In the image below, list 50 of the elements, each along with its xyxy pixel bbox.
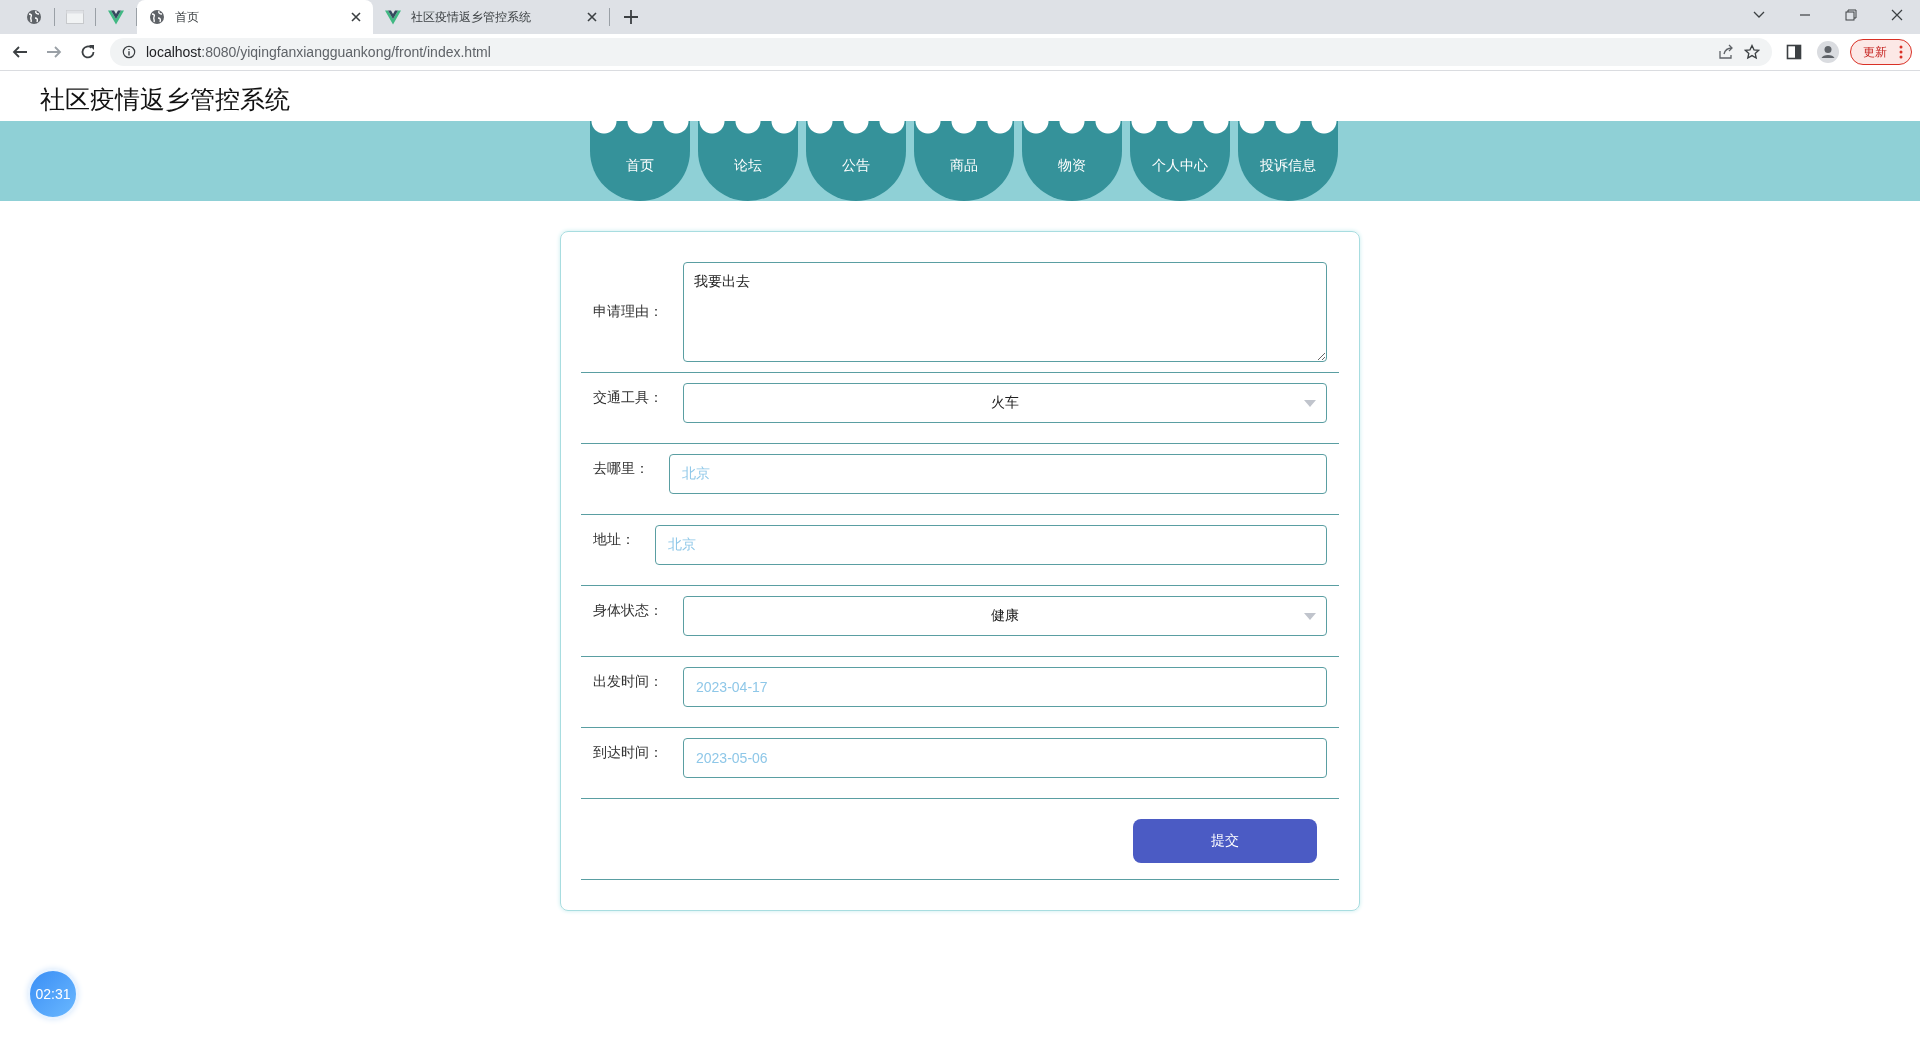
close-icon[interactable] xyxy=(351,12,361,22)
forward-icon[interactable] xyxy=(46,44,62,60)
restore-icon[interactable] xyxy=(1844,8,1858,22)
nav-tab[interactable]: 商品 xyxy=(914,121,1014,201)
more-icon[interactable] xyxy=(1899,45,1903,59)
info-icon[interactable] xyxy=(122,45,136,59)
nav-tab[interactable]: 个人中心 xyxy=(1130,121,1230,201)
close-icon[interactable] xyxy=(1890,8,1904,22)
star-icon[interactable] xyxy=(1744,44,1760,60)
field-label: 到达时间： xyxy=(593,744,663,762)
input-field[interactable]: 2023-05-06 xyxy=(683,738,1327,778)
input-field[interactable]: 2023-04-17 xyxy=(683,667,1327,707)
close-icon[interactable] xyxy=(587,12,597,22)
browser-tab[interactable]: 首页 xyxy=(137,0,373,34)
tab-title: 首页 xyxy=(175,8,200,26)
tab-title: 社区疫情返乡管控系统 xyxy=(411,8,532,26)
reason-textarea[interactable]: 我要出去 xyxy=(683,262,1327,362)
timer-badge: 02:31 xyxy=(28,969,78,1019)
address-bar[interactable]: localhost:8080/yiqingfanxiangguankong/front/index.html xyxy=(110,38,1772,66)
side-panel-icon[interactable] xyxy=(1786,44,1802,60)
field-label: 去哪里： xyxy=(593,460,649,478)
reload-icon[interactable] xyxy=(80,44,96,60)
dropdown-arrow-icon xyxy=(1304,613,1316,620)
field-label: 申请理由： xyxy=(593,303,663,321)
field-label: 交通工具： xyxy=(593,389,663,407)
nav-tab[interactable]: 论坛 xyxy=(698,121,798,201)
nav-tab[interactable]: 公告 xyxy=(806,121,906,201)
submit-button[interactable]: 提交 xyxy=(1133,819,1317,863)
nav-tab[interactable]: 物资 xyxy=(1022,121,1122,201)
globe-icon xyxy=(149,9,165,25)
nav-tab[interactable]: 投诉信息 xyxy=(1238,121,1338,201)
dropdown-arrow-icon xyxy=(1304,400,1316,407)
input-field[interactable]: 北京 xyxy=(655,525,1327,565)
select-field[interactable]: 火车 xyxy=(683,383,1327,423)
share-icon[interactable] xyxy=(1718,44,1734,60)
update-button[interactable]: 更新 xyxy=(1850,39,1912,65)
select-field[interactable]: 健康 xyxy=(683,596,1327,636)
nav-tab[interactable]: 首页 xyxy=(590,121,690,201)
field-label: 身体状态： xyxy=(593,602,663,620)
field-label: 出发时间： xyxy=(593,673,663,691)
back-icon[interactable] xyxy=(12,44,28,60)
globe-icon[interactable] xyxy=(26,9,42,25)
input-field[interactable]: 北京 xyxy=(669,454,1327,494)
field-label: 地址： xyxy=(593,531,635,549)
site-title: 社区疫情返乡管控系统 xyxy=(40,84,290,115)
browser-tab[interactable]: 社区疫情返乡管控系统 xyxy=(373,0,609,34)
new-tab-icon[interactable] xyxy=(624,10,638,24)
v-logo-icon xyxy=(385,9,401,25)
profile-icon[interactable] xyxy=(1817,41,1839,63)
v-logo-icon[interactable] xyxy=(108,9,124,25)
